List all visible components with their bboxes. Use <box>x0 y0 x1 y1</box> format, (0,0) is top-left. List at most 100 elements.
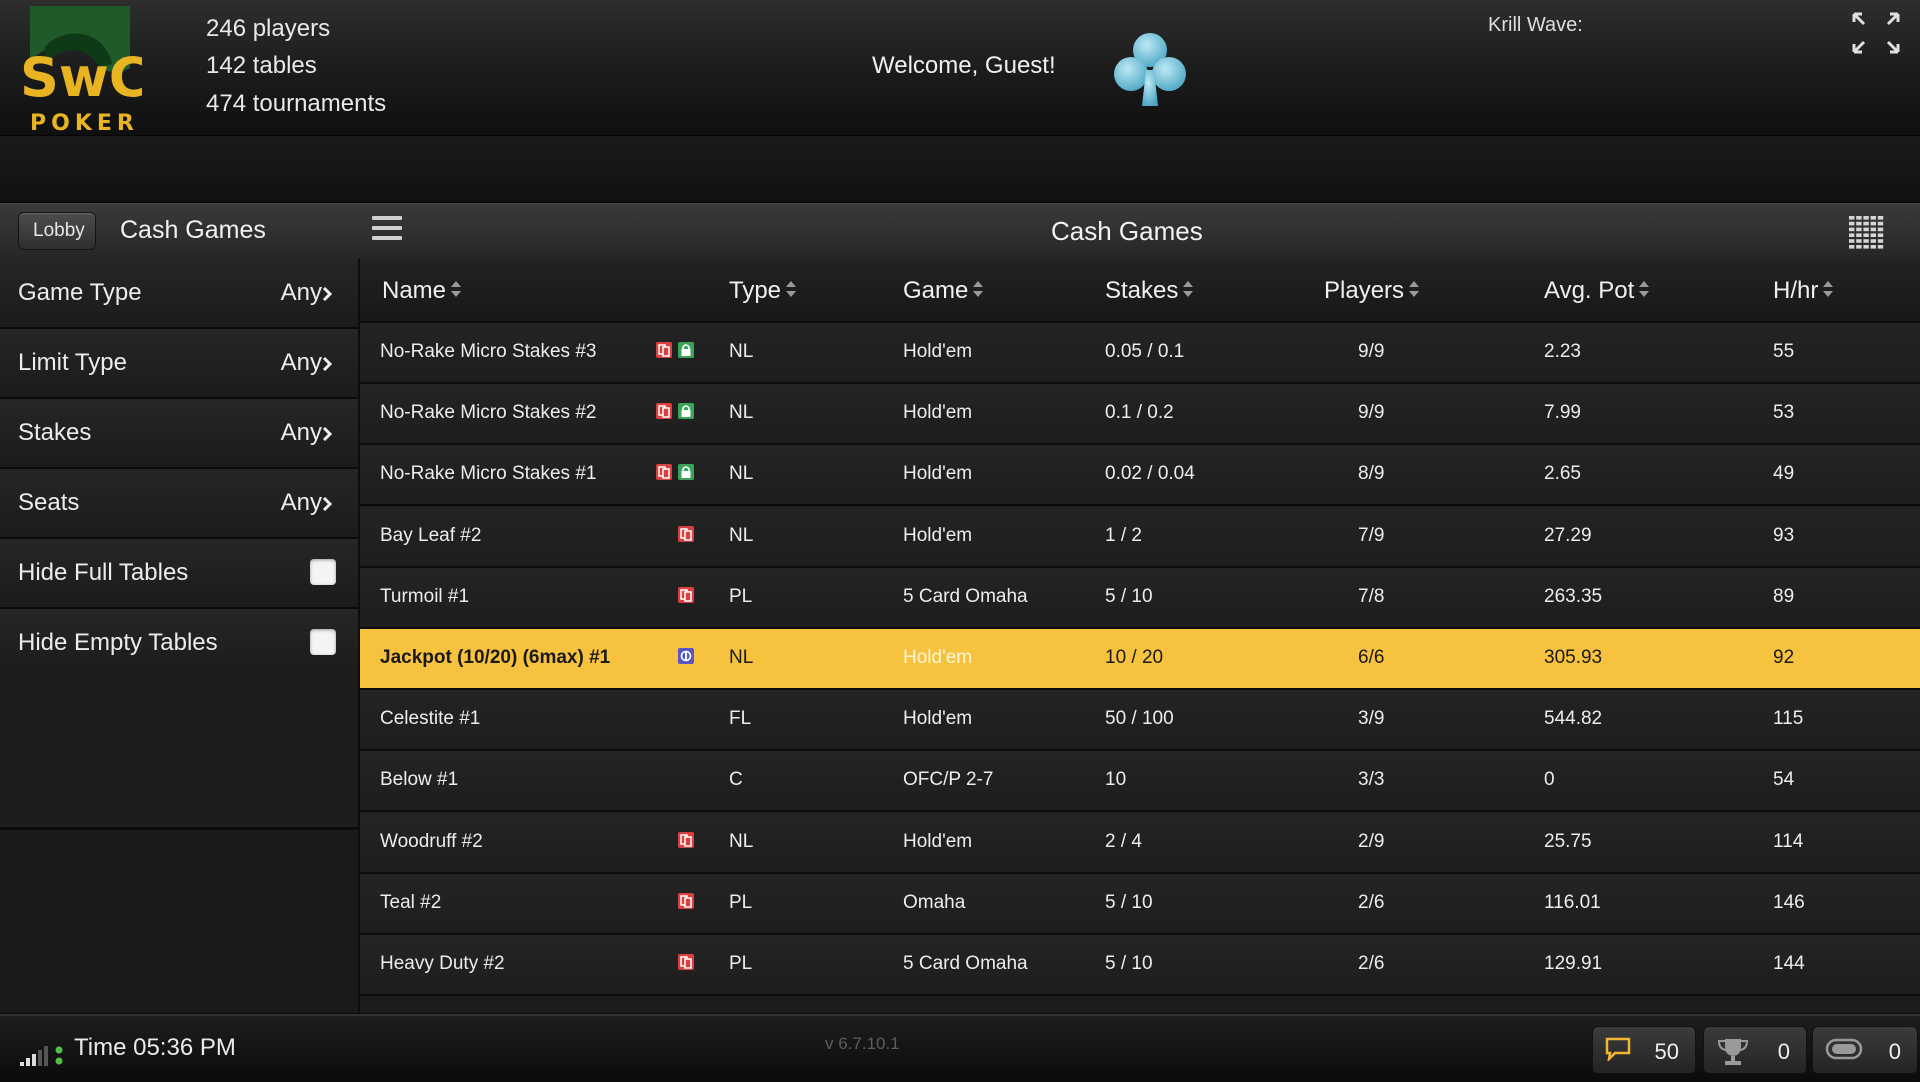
table-feature-icons <box>673 892 695 912</box>
column-header[interactable]: Name <box>382 277 462 305</box>
cell-avg-pot: 7.99 <box>1544 402 1581 424</box>
filter-value: Any <box>280 419 322 446</box>
table-row[interactable]: Teal #2 PL Omaha 5 / 10 2/6 116.01 146 <box>360 873 1920 935</box>
sort-arrows-icon <box>451 281 462 297</box>
cell-stakes: 10 / 20 <box>1105 647 1164 668</box>
cell-hhr: 53 <box>1773 402 1795 424</box>
hide-empty-tables-checkbox[interactable] <box>310 629 336 655</box>
column-header[interactable]: Type <box>729 277 797 305</box>
cell-game: Hold'em <box>903 402 973 424</box>
lock-icon <box>678 342 694 358</box>
filter-game-type[interactable]: Game Type Any <box>0 259 358 329</box>
cell-type: NL <box>729 341 754 362</box>
cell-type: PL <box>729 891 753 913</box>
table-row[interactable]: Below #1 C OFC/P 2-7 10 3/3 0 54 <box>360 751 1920 813</box>
cell-game: Hold'em <box>903 647 973 668</box>
cell-stakes: 5 / 10 <box>1105 585 1153 607</box>
cell-type: PL <box>729 585 753 607</box>
lobby-back-button[interactable]: Lobby <box>18 212 96 250</box>
column-header[interactable]: Stakes <box>1105 277 1194 305</box>
table-feature-icons <box>651 341 695 361</box>
tables-count: 142 tables <box>206 52 317 79</box>
chevron-right-icon <box>322 427 332 441</box>
cell-hhr: 144 <box>1773 953 1805 974</box>
table-row[interactable]: Celestite #1 FL Hold'em 50 / 100 3/9 544.82 11… <box>360 690 1920 752</box>
card-icon <box>678 586 694 603</box>
table-row[interactable]: Bay Leaf #2 NL Hold'em 1 / 2 7/9 27.29 93 <box>360 506 1920 568</box>
column-header[interactable]: H/hr <box>1773 277 1834 305</box>
table-row[interactable]: No-Rake Micro Stakes #3 NL Hold'em 0.05 / 0… <box>360 323 1920 384</box>
lock-icon <box>678 464 694 481</box>
cell-hhr: 146 <box>1773 891 1805 913</box>
sidebar-title: Cash Games <box>120 216 266 244</box>
cell-name: Celestite #1 <box>380 708 481 730</box>
cell-players: 2/6 <box>1358 891 1385 913</box>
sort-arrows-icon <box>786 281 797 297</box>
table-row[interactable]: Heavy Duty #2 PL 5 Card Omaha 5 / 10 2/6 129.… <box>360 935 1920 996</box>
tournaments-button[interactable]: 0 <box>1703 1026 1807 1074</box>
cell-avg-pot: 0 <box>1544 769 1555 791</box>
table-row[interactable]: Jackpot (10/20) (6max) #1 NL Hold'em 10 / 2… <box>360 629 1920 690</box>
filter-label: Limit Type <box>18 349 127 376</box>
banner-bar <box>0 136 1920 203</box>
cell-name: No-Rake Micro Stakes #3 <box>380 341 597 362</box>
cell-game: Hold'em <box>903 341 973 362</box>
card-icon <box>656 403 672 420</box>
filter-value: Any <box>280 349 322 376</box>
filter-stakes[interactable]: Stakes Any <box>0 399 358 469</box>
cell-avg-pot: 544.82 <box>1544 708 1603 730</box>
chevron-right-icon <box>322 287 332 301</box>
card-icon <box>678 831 694 848</box>
column-header[interactable]: Avg. Pot <box>1544 277 1650 305</box>
cell-game: Hold'em <box>903 524 973 546</box>
sort-arrows-icon <box>1639 281 1650 297</box>
sort-arrows-icon <box>1823 281 1834 297</box>
cell-players: 8/9 <box>1358 463 1385 485</box>
hide-full-tables-checkbox[interactable] <box>310 559 336 585</box>
table-row[interactable]: No-Rake Micro Stakes #1 NL Hold'em 0.02 / 0… <box>360 445 1920 507</box>
cell-type: NL <box>729 647 754 668</box>
cell-avg-pot: 305.93 <box>1544 647 1603 668</box>
cell-name: Turmoil #1 <box>380 585 470 607</box>
chat-button[interactable]: 50 <box>1592 1026 1696 1074</box>
my-tables-button[interactable]: 0 <box>1812 1026 1918 1074</box>
cell-hhr: 49 <box>1773 463 1795 485</box>
card-icon <box>656 342 672 358</box>
column-header-label: Stakes <box>1105 277 1179 304</box>
cell-type: PL <box>729 953 753 974</box>
cell-name: Woodruff #2 <box>380 830 483 852</box>
table-row[interactable]: No-Rake Micro Stakes #2 NL Hold'em 0.1 / 0.… <box>360 384 1920 446</box>
cell-players: 3/3 <box>1358 769 1385 791</box>
cell-stakes: 2 / 4 <box>1105 830 1142 852</box>
cell-type: C <box>729 769 743 791</box>
filter-sidebar: Game Type Any Limit Type Any Stakes Any … <box>0 259 358 1013</box>
table-feature-icons <box>673 525 695 545</box>
chevron-right-icon <box>322 497 332 511</box>
cell-stakes: 1 / 2 <box>1105 524 1142 546</box>
swc-poker-logo: SwC POKER <box>20 6 142 132</box>
column-header[interactable]: Players <box>1324 277 1420 305</box>
cell-avg-pot: 263.35 <box>1544 585 1603 607</box>
cell-name: Below #1 <box>380 769 459 791</box>
clock-time: Time 05:36 PM <box>74 1034 236 1061</box>
cell-type: NL <box>729 463 754 485</box>
cell-players: 7/8 <box>1358 585 1385 607</box>
cell-players: 2/9 <box>1358 830 1385 852</box>
column-header[interactable]: Game <box>903 277 984 305</box>
chat-bubble-icon <box>1605 1037 1631 1061</box>
table-row[interactable]: Woodruff #2 NL Hold'em 2 / 4 2/9 25.75 114 <box>360 812 1920 874</box>
filter-seats[interactable]: Seats Any <box>0 469 358 539</box>
hamburger-menu-icon[interactable] <box>372 216 402 246</box>
filter-limit-type[interactable]: Limit Type Any <box>0 329 358 399</box>
table-row[interactable]: Turmoil #1 PL 5 Card Omaha 5 / 10 7/8 263.35 8… <box>360 567 1920 629</box>
cell-avg-pot: 25.75 <box>1544 830 1592 852</box>
fullscreen-icon[interactable] <box>1850 10 1902 56</box>
grid-view-icon[interactable] <box>1849 216 1885 250</box>
cell-hhr: 93 <box>1773 524 1795 546</box>
table-feature-icons <box>673 586 695 606</box>
cell-game: 5 Card Omaha <box>903 953 1028 974</box>
cell-type: NL <box>729 402 754 424</box>
cell-hhr: 115 <box>1773 708 1804 730</box>
table-header: Name Type Game Stakes Players Avg. Pot H/hr <box>360 259 1920 323</box>
cell-stakes: 0.05 / 0.1 <box>1105 341 1185 362</box>
